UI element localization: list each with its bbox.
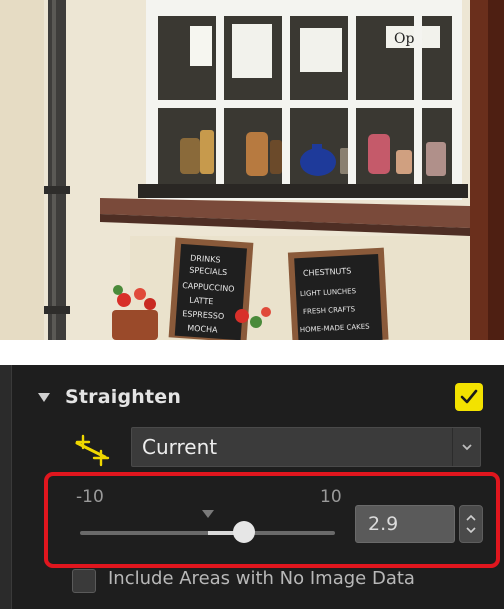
section-title: Straighten <box>65 386 182 408</box>
stepper-down-icon[interactable] <box>466 527 476 533</box>
straighten-header[interactable]: Straighten <box>38 383 181 411</box>
checkmark-icon <box>460 389 478 404</box>
straighten-enable-checkbox[interactable] <box>455 383 483 411</box>
mode-select-value: Current <box>142 435 218 459</box>
collapse-arrow-icon[interactable] <box>38 392 50 402</box>
photo-image: Ope DRINKS SPECIALS CAPPUCCINO LATTE ESP… <box>0 0 504 340</box>
angle-value-input[interactable]: 2.9 <box>355 505 455 543</box>
slider-center-marker-icon <box>202 510 214 518</box>
photo-preview: Ope DRINKS SPECIALS CAPPUCCINO LATTE ESP… <box>0 0 504 340</box>
stepper-up-icon[interactable] <box>466 515 476 521</box>
include-no-data-label: Include Areas with No Image Data <box>108 568 415 589</box>
angle-stepper[interactable] <box>459 505 483 543</box>
chevron-down-icon[interactable] <box>452 428 480 466</box>
include-no-data-checkbox[interactable] <box>72 569 96 593</box>
straighten-mode-icon <box>74 434 110 470</box>
adjustment-panel: Straighten Current -10 10 2.9 Include Ar… <box>0 365 504 609</box>
straighten-mode-select[interactable]: Current <box>131 427 481 467</box>
range-max-label: 10 <box>320 487 342 507</box>
board-left-line-4: LATTE <box>189 296 214 307</box>
panel-scrollbar-edge <box>0 365 12 609</box>
range-min-label: -10 <box>76 487 104 507</box>
